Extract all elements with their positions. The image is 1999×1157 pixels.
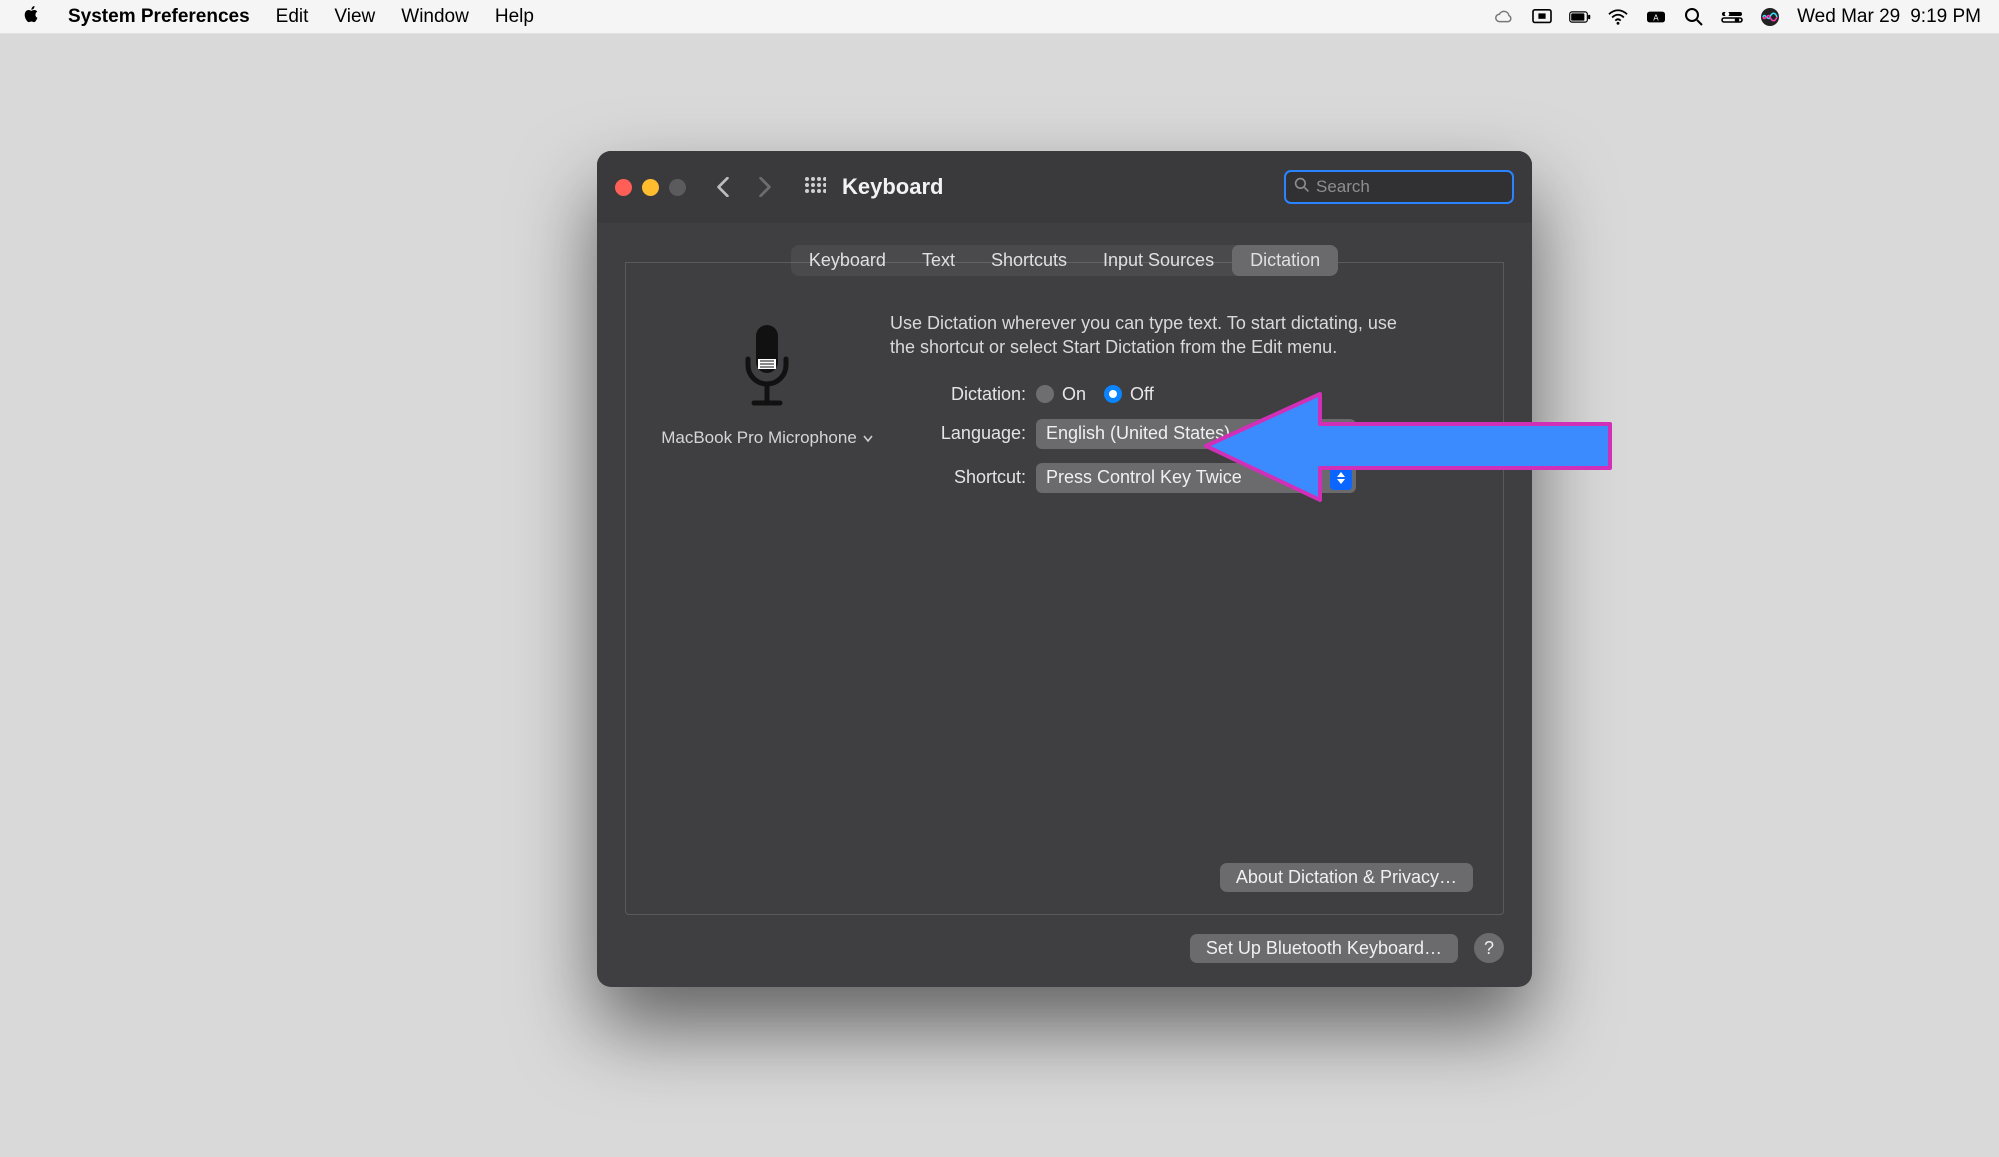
- search-input[interactable]: [1316, 177, 1532, 197]
- menu-app-name[interactable]: System Preferences: [68, 6, 250, 28]
- tab-dictation[interactable]: Dictation: [1232, 245, 1338, 276]
- menubar-datetime[interactable]: Wed Mar 29 9:19 PM: [1797, 6, 1981, 28]
- microphone-column: MacBook Pro Microphone: [652, 323, 882, 896]
- shortcut-value: Press Control Key Twice: [1046, 467, 1242, 488]
- window-titlebar: Keyboard: [597, 151, 1532, 223]
- tab-keyboard[interactable]: Keyboard: [791, 245, 904, 276]
- tabbar-inner: Keyboard Text Shortcuts Input Sources Di…: [791, 245, 1338, 276]
- siri-icon[interactable]: [1759, 6, 1781, 28]
- nav-arrows: [706, 170, 782, 204]
- search-field[interactable]: [1284, 170, 1514, 204]
- forward-button[interactable]: [748, 170, 782, 204]
- radio-dot-off: [1104, 385, 1122, 403]
- stepper-icon: [1330, 422, 1352, 446]
- dictation-description: Use Dictation wherever you can type text…: [890, 311, 1410, 360]
- menubar-left: System Preferences Edit View Window Help: [22, 4, 534, 30]
- window-title: Keyboard: [842, 174, 943, 200]
- chevron-down-icon: [863, 428, 873, 448]
- show-all-button[interactable]: [798, 170, 832, 204]
- settings-column: Use Dictation wherever you can type text…: [882, 311, 1477, 896]
- minimize-window-button[interactable]: [642, 179, 659, 196]
- menubar: System Preferences Edit View Window Help…: [0, 0, 1999, 34]
- zoom-window-button[interactable]: [669, 179, 686, 196]
- menu-window[interactable]: Window: [401, 6, 469, 28]
- language-value: English (United States): [1046, 423, 1230, 444]
- menu-edit[interactable]: Edit: [276, 6, 309, 28]
- menu-view[interactable]: View: [334, 6, 375, 28]
- screen-mirror-icon[interactable]: [1531, 6, 1553, 28]
- dictation-pane: MacBook Pro Microphone Use Dictation whe…: [625, 262, 1504, 915]
- wifi-icon[interactable]: [1607, 6, 1629, 28]
- radio-dot-on: [1036, 385, 1054, 403]
- radio-off-label: Off: [1130, 384, 1154, 405]
- language-popup[interactable]: English (United States): [1036, 419, 1356, 449]
- control-center-icon[interactable]: [1721, 6, 1743, 28]
- language-label: Language:: [890, 423, 1036, 444]
- preferences-window: Keyboard Keyboard Text Shortcuts Input S…: [597, 151, 1532, 987]
- close-window-button[interactable]: [615, 179, 632, 196]
- spotlight-icon[interactable]: [1683, 6, 1705, 28]
- row-shortcut: Shortcut: Press Control Key Twice: [890, 463, 1477, 493]
- menubar-date: Wed Mar 29: [1797, 6, 1900, 28]
- dictation-label: Dictation:: [890, 384, 1036, 405]
- microphone-icon: [736, 323, 798, 418]
- tab-text[interactable]: Text: [904, 245, 973, 276]
- radio-dictation-on[interactable]: On: [1036, 384, 1086, 405]
- search-icon: [1294, 177, 1310, 198]
- radio-on-label: On: [1062, 384, 1086, 405]
- menu-help[interactable]: Help: [495, 6, 534, 28]
- keyboard-layout-icon[interactable]: A: [1645, 6, 1667, 28]
- setup-bluetooth-keyboard-button[interactable]: Set Up Bluetooth Keyboard…: [1190, 934, 1458, 963]
- svg-text:A: A: [1653, 13, 1659, 22]
- apple-icon[interactable]: [22, 4, 42, 30]
- help-button[interactable]: ?: [1474, 933, 1504, 963]
- microphone-label: MacBook Pro Microphone: [661, 428, 857, 448]
- stepper-icon: [1330, 466, 1352, 490]
- tabbar: Keyboard Text Shortcuts Input Sources Di…: [597, 245, 1532, 276]
- tab-input-sources[interactable]: Input Sources: [1085, 245, 1232, 276]
- dictation-radio-group: On Off: [1036, 384, 1154, 405]
- menubar-time: 9:19 PM: [1910, 6, 1981, 28]
- battery-icon[interactable]: [1569, 6, 1591, 28]
- cloud-icon[interactable]: [1493, 6, 1515, 28]
- window-footer: Set Up Bluetooth Keyboard… ?: [597, 933, 1532, 987]
- back-button[interactable]: [706, 170, 740, 204]
- menubar-right: A Wed Mar 29 9:19 PM: [1493, 6, 1981, 28]
- row-language: Language: English (United States): [890, 419, 1477, 449]
- shortcut-label: Shortcut:: [890, 467, 1036, 488]
- row-dictation: Dictation: On Off: [890, 384, 1477, 405]
- about-dictation-button[interactable]: About Dictation & Privacy…: [1220, 863, 1473, 892]
- tab-shortcuts[interactable]: Shortcuts: [973, 245, 1085, 276]
- shortcut-popup[interactable]: Press Control Key Twice: [1036, 463, 1356, 493]
- radio-dictation-off[interactable]: Off: [1104, 384, 1154, 405]
- traffic-lights: [615, 179, 686, 196]
- microphone-selector[interactable]: MacBook Pro Microphone: [661, 428, 873, 448]
